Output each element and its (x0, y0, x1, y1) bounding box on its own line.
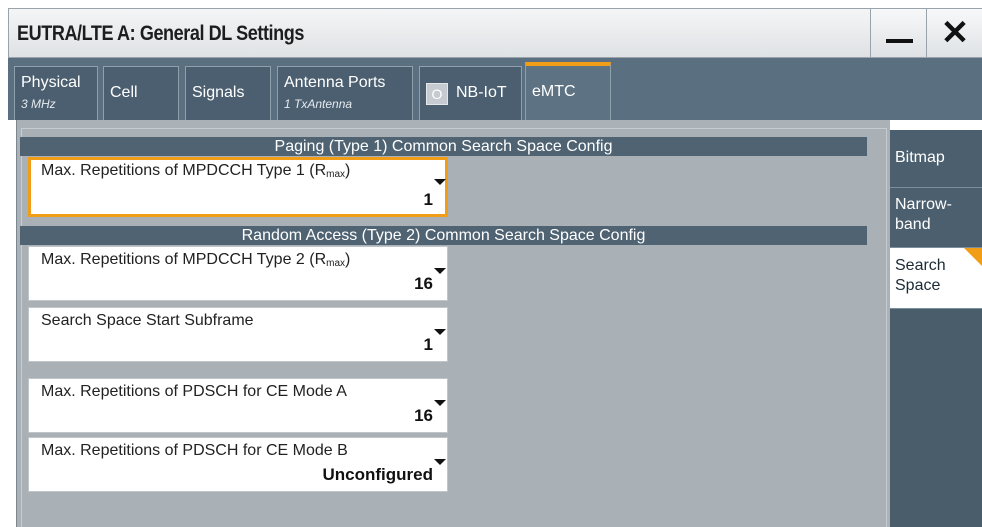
field-label: Max. Repetitions of PDSCH for CE Mode A (41, 383, 347, 400)
tab-physical[interactable]: Physical 3 MHz (14, 66, 98, 120)
section-header-random-access: Random Access (Type 2) Common Search Spa… (20, 226, 867, 245)
mpdcch-type2-repetitions-select[interactable]: Max. Repetitions of MPDCCH Type 2 (Rmax)… (28, 246, 448, 301)
pdsch-ce-mode-a-repetitions-select[interactable]: Max. Repetitions of PDSCH for CE Mode A … (28, 378, 448, 433)
dropdown-arrow-icon (434, 268, 446, 274)
sidenav-label: Bitmap (895, 149, 945, 166)
dropdown-arrow-icon (434, 179, 446, 185)
sidenav-label-line2: Space (895, 277, 941, 294)
sidenav-item-bitmap[interactable]: Bitmap (890, 130, 982, 187)
title-bar: EUTRA/LTE A: General DL Settings ✕ (8, 8, 982, 58)
field-label-subscript: max (326, 258, 346, 269)
field-value: 16 (414, 274, 433, 293)
field-value: Unconfigured (322, 465, 434, 484)
tab-bar: Physical 3 MHz Cell Signals Antenna Port… (8, 58, 982, 120)
tab-sublabel: 3 MHz (21, 97, 56, 111)
field-label: Max. Repetitions of MPDCCH Type 1 (Rmax) (41, 162, 351, 180)
tab-signals[interactable]: Signals (185, 66, 271, 120)
sidenav-label-line2: band (895, 216, 931, 233)
nb-iot-toggle-state: O (431, 86, 443, 102)
tab-antenna-ports[interactable]: Antenna Ports 1 TxAntenna (277, 66, 413, 120)
active-corner-marker (964, 248, 982, 274)
field-value: 1 (423, 335, 433, 354)
field-label-subscript: max (326, 169, 346, 180)
search-space-start-subframe-select[interactable]: Search Space Start Subframe 1 (28, 307, 448, 362)
tab-label: eMTC (532, 83, 576, 100)
tab-label: Antenna Ports (284, 74, 386, 91)
dialog-window: EUTRA/LTE A: General DL Settings ✕ Physi… (0, 0, 982, 527)
nb-iot-toggle[interactable]: O (426, 83, 448, 105)
field-label: Search Space Start Subframe (41, 312, 254, 329)
tab-sublabel: 1 TxAntenna (284, 97, 353, 111)
section-header-paging: Paging (Type 1) Common Search Space Conf… (20, 137, 867, 156)
sidenav-item-search-space[interactable]: Search Space (890, 247, 982, 308)
sidenav-item-narrowband[interactable]: Narrow- band (890, 187, 982, 247)
pdsch-ce-mode-b-repetitions-select[interactable]: Max. Repetitions of PDSCH for CE Mode B … (28, 437, 448, 492)
tab-cell[interactable]: Cell (103, 66, 179, 120)
field-value: 16 (414, 406, 433, 425)
tab-nb-iot[interactable]: O NB-IoT (419, 66, 522, 120)
mpdcch-type1-repetitions-select[interactable]: Max. Repetitions of MPDCCH Type 1 (Rmax)… (28, 157, 448, 217)
tab-emtc[interactable]: eMTC (525, 62, 611, 120)
sidenav-label-line1: Narrow- (895, 196, 952, 213)
side-navigation: Bitmap Narrow- band Search Space (890, 130, 982, 527)
close-icon: ✕ (940, 14, 970, 52)
field-label: Max. Repetitions of MPDCCH Type 2 (Rmax) (41, 251, 351, 269)
field-value: 1 (423, 190, 433, 209)
tab-label: Physical (21, 74, 81, 91)
tab-label: NB-IoT (456, 84, 507, 101)
dropdown-arrow-icon (434, 459, 446, 465)
minimize-button[interactable] (870, 9, 926, 57)
field-label: Max. Repetitions of PDSCH for CE Mode B (41, 442, 348, 459)
tab-label: Signals (192, 84, 245, 101)
minimize-icon (886, 39, 913, 43)
dropdown-arrow-icon (434, 329, 446, 335)
tab-label: Cell (110, 84, 138, 101)
sidenav-empty-area (890, 308, 982, 527)
close-button[interactable]: ✕ (926, 9, 982, 57)
window-title: EUTRA/LTE A: General DL Settings (17, 22, 304, 45)
dropdown-arrow-icon (434, 400, 446, 406)
